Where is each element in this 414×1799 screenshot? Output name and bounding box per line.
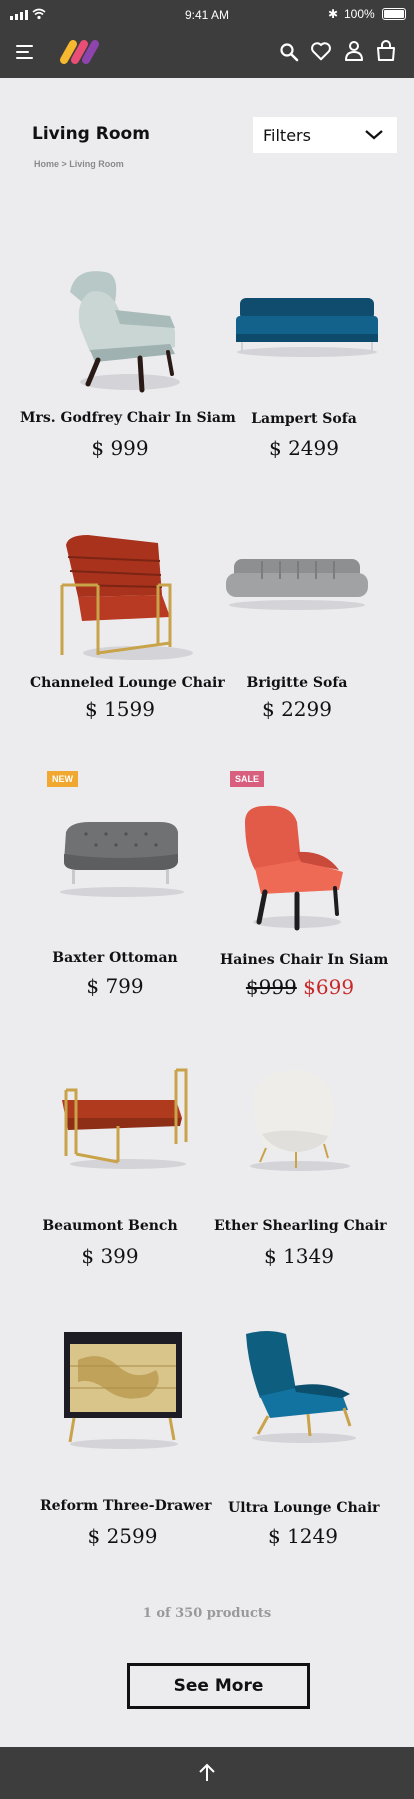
product-price: $ 2299 [262,697,332,721]
product-image [236,298,378,357]
product-name: Reform Three-Drawer [40,1498,212,1514]
user-icon[interactable] [344,40,364,62]
heart-icon[interactable] [310,40,332,62]
see-more-button[interactable]: See More [127,1663,310,1709]
filters-dropdown[interactable]: Filters [253,117,397,153]
product-image [250,1069,350,1171]
product-price: $ 399 [81,1244,139,1268]
bluetooth-icon: ✱ [328,7,339,21]
product-image [245,805,343,931]
brand-logo[interactable] [56,32,106,72]
product-card[interactable]: Reform Three-Drawer $ 2599 [40,1320,212,1550]
menu-icon[interactable] [16,41,36,63]
product-name: Channeled Lounge Chair [30,675,225,691]
product-image [64,1332,182,1449]
breadcrumb[interactable]: Home > Living Room [34,159,124,169]
sale-price: $699 [303,975,355,999]
sale-badge: SALE [230,771,265,787]
product-name: Beaumont Bench [42,1218,178,1234]
product-card[interactable]: Mrs. Godfrey Chair In Siam $ 999 [20,250,236,470]
product-price: $ 2599 [87,1524,158,1548]
page-title: Living Room [32,124,150,144]
product-count: 1 of 350 products [142,1606,272,1621]
footer-bar [0,1747,414,1799]
product-name: Brigitte Sofa [246,675,348,691]
product-name: Haines Chair In Siam [220,952,389,968]
product-image [60,535,193,660]
chevron-down-icon [365,130,383,140]
shopping-bag-icon[interactable] [375,40,397,62]
product-name: Ether Shearling Chair [214,1218,387,1234]
product-name: Ultra Lounge Chair [228,1500,380,1516]
product-price: $ 999 [91,436,149,460]
product-card[interactable]: Beaumont Bench $ 399 [30,1050,190,1280]
product-card[interactable]: Ultra Lounge Chair $ 1249 [228,1320,380,1550]
top-nav [0,30,414,78]
battery-icon [382,8,406,20]
product-card[interactable]: Lampert Sofa $ 2499 [224,250,384,470]
filters-label: Filters [263,125,311,145]
product-name: Lampert Sofa [251,411,357,427]
product-card[interactable]: NEW Baxter Ottoman $ 799 [30,768,200,1008]
product-name: Mrs. Godfrey Chair In Siam [20,410,236,426]
product-card[interactable]: Brigitte Sofa $ 2299 [224,515,370,730]
product-image [226,559,368,610]
product-price: $ 1599 [85,697,155,721]
product-price: $999 $699 [220,975,380,999]
product-name: Baxter Ottoman [52,950,178,966]
product-image [60,822,184,897]
product-image [70,271,180,393]
product-image [62,1068,188,1169]
product-card[interactable]: SALE Haines Chair In Siam $999 $699 [220,768,389,1008]
product-price: $ 2499 [269,436,339,460]
product-card[interactable]: Ether Shearling Chair $ 1349 [214,1050,387,1280]
original-price: $999 [245,975,297,999]
new-badge: NEW [47,771,78,787]
status-bar: 9:41 AM ✱ 100% [0,0,414,30]
product-price: $ 799 [86,974,144,998]
search-icon[interactable] [279,42,299,62]
product-price: $ 1349 [264,1244,334,1268]
arrow-up-icon[interactable] [197,1763,217,1783]
product-image [246,1331,356,1443]
product-card[interactable]: Channeled Lounge Chair $ 1599 [30,515,225,730]
battery-percent: 100% [344,7,375,21]
product-price: $ 1249 [268,1524,338,1548]
